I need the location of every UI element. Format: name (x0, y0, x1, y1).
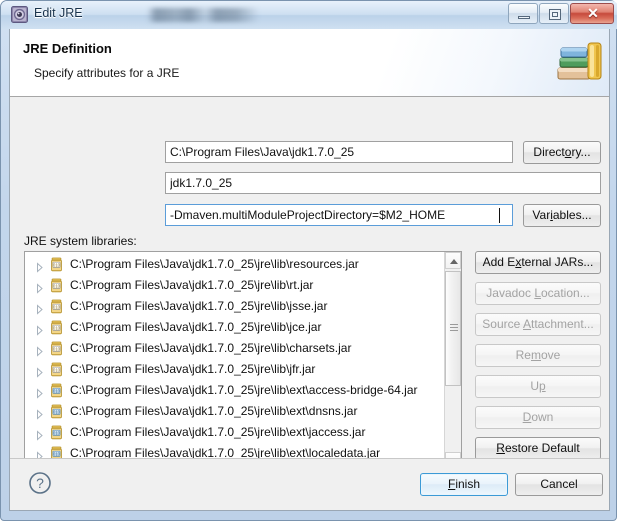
svg-text:010: 010 (53, 388, 61, 393)
page-title: JRE Definition (23, 41, 112, 56)
jar-icon: 010 (49, 278, 64, 293)
library-path-text: C:\Program Files\Java\jdk1.7.0_25\jre\li… (70, 383, 418, 397)
library-path-text: C:\Program Files\Java\jdk1.7.0_25\jre\li… (70, 362, 316, 376)
library-path-text: C:\Program Files\Java\jdk1.7.0_25\jre\li… (70, 257, 359, 271)
library-list-item[interactable]: 010 C:\Program Files\Java\jdk1.7.0_25\jre… (25, 380, 440, 401)
books-stack-icon (555, 37, 607, 89)
chevron-up-icon (450, 259, 458, 264)
ext-jar-icon: 010 (49, 383, 64, 398)
close-button[interactable]: ✕ (570, 3, 614, 24)
ext-jar-icon: 010 (49, 404, 64, 419)
svg-text:?: ? (36, 475, 44, 491)
list-vertical-scrollbar[interactable] (444, 252, 461, 469)
svg-text:010: 010 (53, 451, 61, 456)
jre-home-input[interactable] (165, 141, 513, 163)
jre-name-input[interactable] (165, 172, 601, 194)
minimize-button[interactable] (508, 3, 538, 24)
help-question-icon[interactable]: ? (28, 471, 52, 495)
finish-button[interactable]: Finish (420, 473, 508, 496)
svg-text:010: 010 (53, 262, 61, 267)
dialog-footer: ? Finish Cancel (10, 458, 609, 510)
svg-text:010: 010 (53, 430, 61, 435)
close-icon: ✕ (587, 5, 599, 21)
add-external-jars-button[interactable]: Add External JARs... (475, 251, 601, 274)
jar-icon: 010 (49, 320, 64, 335)
maximize-button[interactable] (539, 3, 569, 24)
maximize-icon (549, 9, 561, 20)
library-list-item[interactable]: 010 C:\Program Files\Java\jdk1.7.0_25\jre… (25, 359, 440, 380)
edit-jre-dialog-window: Edit JRE ✕ JRE Definition Specify attrib… (0, 0, 617, 521)
svg-text:010: 010 (53, 325, 61, 330)
svg-text:010: 010 (53, 283, 61, 288)
library-list-item[interactable]: 010 C:\Program Files\Java\jdk1.7.0_25\jre… (25, 401, 440, 422)
svg-text:010: 010 (53, 367, 61, 372)
down-button: Down (475, 406, 601, 429)
jar-icon: 010 (49, 341, 64, 356)
page-subtitle: Specify attributes for a JRE (34, 66, 180, 80)
jre-gear-icon (11, 6, 28, 23)
jar-icon: 010 (49, 362, 64, 377)
title-bar[interactable]: Edit JRE ✕ (1, 1, 617, 29)
library-path-text: C:\Program Files\Java\jdk1.7.0_25\jre\li… (70, 404, 358, 418)
jre-system-libraries-list[interactable]: 010 C:\Program Files\Java\jdk1.7.0_25\jre… (24, 251, 462, 470)
dialog-body: Directory... Variables... JRE system lib… (10, 98, 609, 509)
up-button: Up (475, 375, 601, 398)
library-list-item[interactable]: 010 C:\Program Files\Java\jdk1.7.0_25\jre… (25, 275, 440, 296)
library-list-item[interactable]: 010 C:\Program Files\Java\jdk1.7.0_25\jre… (25, 338, 440, 359)
svg-text:010: 010 (53, 304, 61, 309)
library-rows-container: 010 C:\Program Files\Java\jdk1.7.0_25\jre… (25, 254, 440, 469)
cancel-button[interactable]: Cancel (515, 473, 603, 496)
svg-text:010: 010 (53, 409, 61, 414)
jar-icon: 010 (49, 299, 64, 314)
minimize-icon (518, 16, 530, 19)
jre-system-libraries-label: JRE system libraries: (24, 234, 137, 248)
redacted-title-text (147, 8, 259, 22)
variables-button[interactable]: Variables... (523, 204, 601, 227)
restore-default-button[interactable]: Restore Default (475, 437, 601, 460)
library-list-item[interactable]: 010 C:\Program Files\Java\jdk1.7.0_25\jre… (25, 296, 440, 317)
library-path-text: C:\Program Files\Java\jdk1.7.0_25\jre\li… (70, 425, 366, 439)
scroll-up-button[interactable] (445, 252, 461, 269)
library-path-text: C:\Program Files\Java\jdk1.7.0_25\jre\li… (70, 299, 328, 313)
ext-jar-icon: 010 (49, 425, 64, 440)
text-caret (499, 208, 500, 223)
directory-button[interactable]: Directory... (523, 141, 601, 164)
library-list-item[interactable]: 010 C:\Program Files\Java\jdk1.7.0_25\jre… (25, 254, 440, 275)
library-path-text: C:\Program Files\Java\jdk1.7.0_25\jre\li… (70, 278, 314, 292)
vm-arguments-input[interactable] (165, 204, 513, 226)
dialog-header: JRE Definition Specify attributes for a … (10, 29, 609, 97)
jar-icon: 010 (49, 257, 64, 272)
library-list-item[interactable]: 010 C:\Program Files\Java\jdk1.7.0_25\jre… (25, 422, 440, 443)
scrollbar-thumb[interactable] (445, 271, 461, 386)
library-list-item[interactable]: 010 C:\Program Files\Java\jdk1.7.0_25\jre… (25, 317, 440, 338)
dialog-client-area: JRE Definition Specify attributes for a … (9, 29, 610, 511)
remove-button: Remove (475, 344, 601, 367)
scrollbar-grip-icon (450, 324, 458, 331)
window-title: Edit JRE (34, 6, 83, 20)
library-path-text: C:\Program Files\Java\jdk1.7.0_25\jre\li… (70, 341, 352, 355)
svg-text:010: 010 (53, 346, 61, 351)
javadoc-location-button: Javadoc Location... (475, 282, 601, 305)
source-attachment-button: Source Attachment... (475, 313, 601, 336)
library-path-text: C:\Program Files\Java\jdk1.7.0_25\jre\li… (70, 320, 322, 334)
